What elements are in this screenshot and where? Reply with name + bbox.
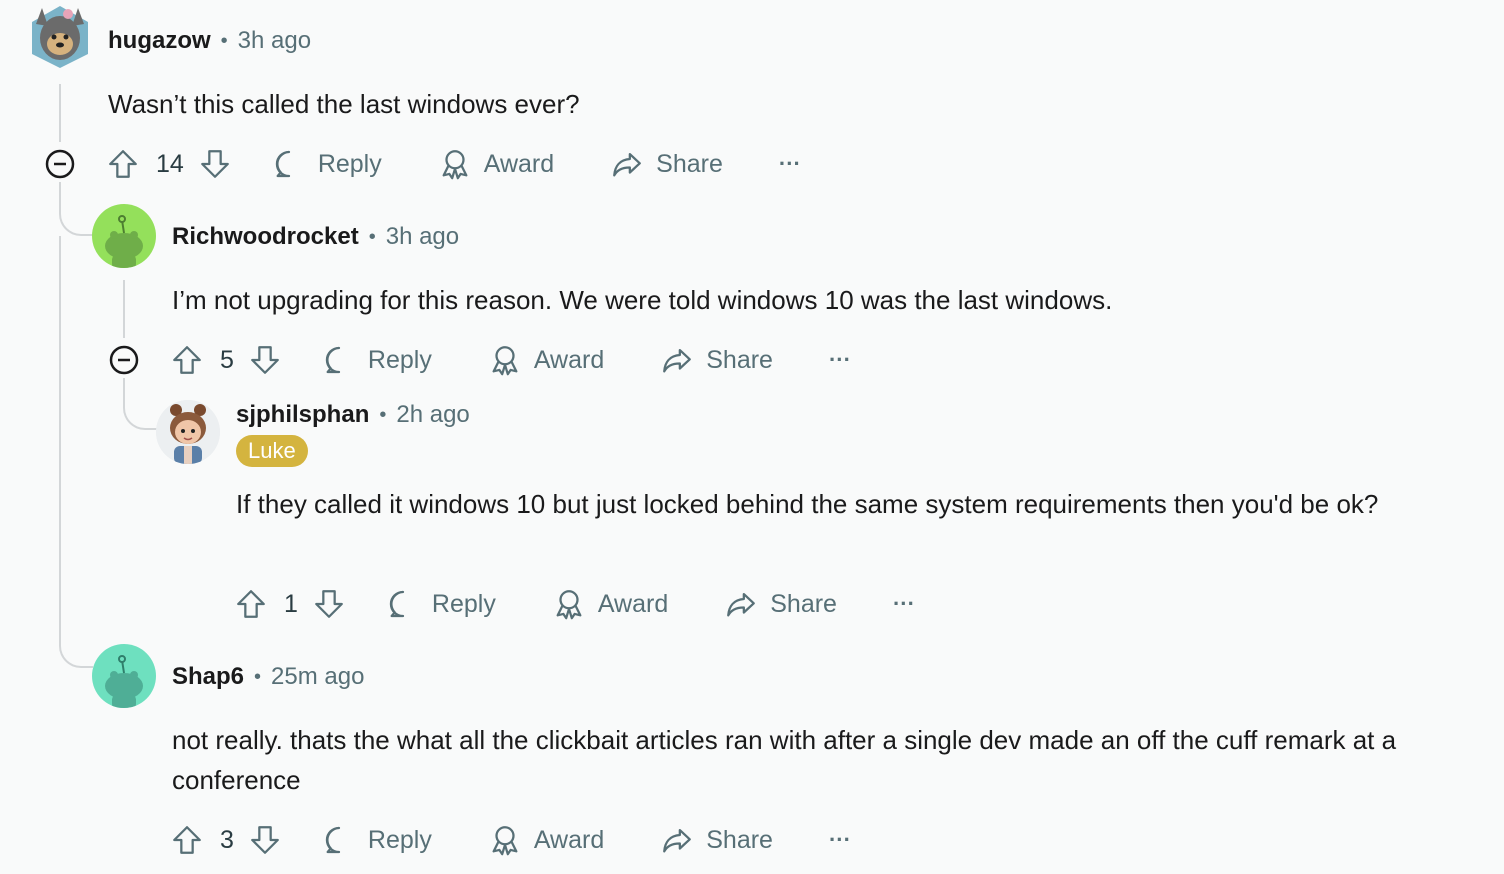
avatar[interactable] xyxy=(156,400,220,464)
avatar[interactable] xyxy=(92,644,156,708)
downvote-icon xyxy=(200,150,229,178)
comment-header: Richwoodrocket • 3h ago xyxy=(172,220,459,254)
avatar[interactable] xyxy=(28,4,92,68)
award-button[interactable]: Award xyxy=(488,343,604,377)
share-button[interactable]: Share xyxy=(660,343,773,377)
comment-text: Wasn’t this called the last windows ever… xyxy=(108,89,580,119)
avatar-image xyxy=(156,400,220,464)
downvote-button[interactable] xyxy=(248,823,282,857)
award-icon xyxy=(492,346,518,376)
more-options-button[interactable]: ··· xyxy=(779,151,801,177)
upvote-icon xyxy=(237,590,265,618)
snoo-avatar-image xyxy=(105,655,143,708)
reply-button[interactable]: Reply xyxy=(322,343,432,377)
avatar[interactable] xyxy=(92,204,156,268)
reply-button[interactable]: Reply xyxy=(272,147,382,181)
thread-connector xyxy=(123,378,159,430)
separator-dot: • xyxy=(254,665,262,688)
share-icon xyxy=(613,152,642,177)
thread-line[interactable] xyxy=(59,84,61,142)
comment-actions: 1 Reply Award Share ··· xyxy=(234,584,915,624)
thread-connector xyxy=(59,182,93,236)
downvote-icon xyxy=(315,590,343,618)
user-flair-badge: Luke xyxy=(236,435,308,467)
upvote-button[interactable] xyxy=(170,343,204,377)
award-icon xyxy=(556,590,582,620)
comment-bubble-icon xyxy=(389,590,405,618)
username[interactable]: Richwoodrocket xyxy=(172,223,359,251)
separator-dot: • xyxy=(379,403,387,426)
comment-bubble-icon xyxy=(325,346,341,374)
snoo-avatar-image xyxy=(105,215,143,268)
thread-connector xyxy=(59,630,93,668)
more-options-button[interactable]: ··· xyxy=(829,827,851,853)
comment-header: hugazow • 3h ago xyxy=(108,24,311,58)
award-button[interactable]: Award xyxy=(488,823,604,857)
vote-count: 1 xyxy=(284,589,298,618)
thread-line[interactable] xyxy=(123,280,125,338)
username[interactable]: sjphilsphan xyxy=(236,401,369,429)
comment-header: sjphilsphan • 2h ago xyxy=(236,398,470,432)
thread-line[interactable] xyxy=(59,236,61,636)
upvote-button[interactable] xyxy=(106,147,140,181)
share-button[interactable]: Share xyxy=(610,147,723,181)
upvote-icon xyxy=(173,346,201,374)
share-icon xyxy=(727,592,756,617)
username[interactable]: Shap6 xyxy=(172,663,244,691)
award-icon xyxy=(492,826,518,856)
timestamp[interactable]: 25m ago xyxy=(271,663,364,691)
share-icon xyxy=(663,348,692,373)
vote-count: 14 xyxy=(156,149,184,178)
upvote-icon xyxy=(109,150,137,178)
comment-bubble-icon xyxy=(325,826,341,854)
comment-actions: 14 Reply Award Share ··· xyxy=(106,144,801,184)
comment-text: If they called it windows 10 but just lo… xyxy=(236,489,1379,519)
timestamp[interactable]: 3h ago xyxy=(386,223,459,251)
award-button[interactable]: Award xyxy=(438,147,554,181)
upvote-button[interactable] xyxy=(170,823,204,857)
downvote-icon xyxy=(251,346,279,374)
downvote-icon xyxy=(251,826,279,854)
timestamp[interactable]: 3h ago xyxy=(238,27,311,55)
separator-dot: • xyxy=(368,225,376,248)
comment-actions: 3 Reply Award Share ··· xyxy=(170,820,851,860)
comment-text: not really. thats the what all the click… xyxy=(172,725,1397,795)
share-button[interactable]: Share xyxy=(724,587,837,621)
more-options-button[interactable]: ··· xyxy=(893,591,915,617)
reply-button[interactable]: Reply xyxy=(386,587,496,621)
downvote-button[interactable] xyxy=(198,147,232,181)
vote-count: 5 xyxy=(220,345,234,374)
downvote-button[interactable] xyxy=(312,587,346,621)
award-icon xyxy=(442,150,468,180)
comment-actions: 5 Reply Award Share ··· xyxy=(170,340,851,380)
share-icon xyxy=(663,828,692,853)
downvote-button[interactable] xyxy=(248,343,282,377)
collapse-icon[interactable] xyxy=(44,148,76,180)
collapse-icon[interactable] xyxy=(108,344,140,376)
avatar-image xyxy=(32,6,88,68)
upvote-icon xyxy=(173,826,201,854)
separator-dot: • xyxy=(220,29,228,52)
username[interactable]: hugazow xyxy=(108,27,211,55)
reply-button[interactable]: Reply xyxy=(322,823,432,857)
comment-header: Shap6 • 25m ago xyxy=(172,660,364,694)
timestamp[interactable]: 2h ago xyxy=(396,401,469,429)
more-options-button[interactable]: ··· xyxy=(829,347,851,373)
comment-text: I’m not upgrading for this reason. We we… xyxy=(172,285,1113,315)
share-button[interactable]: Share xyxy=(660,823,773,857)
vote-count: 3 xyxy=(220,825,234,854)
award-button[interactable]: Award xyxy=(552,587,668,621)
comment-bubble-icon xyxy=(275,150,290,178)
upvote-button[interactable] xyxy=(234,587,268,621)
